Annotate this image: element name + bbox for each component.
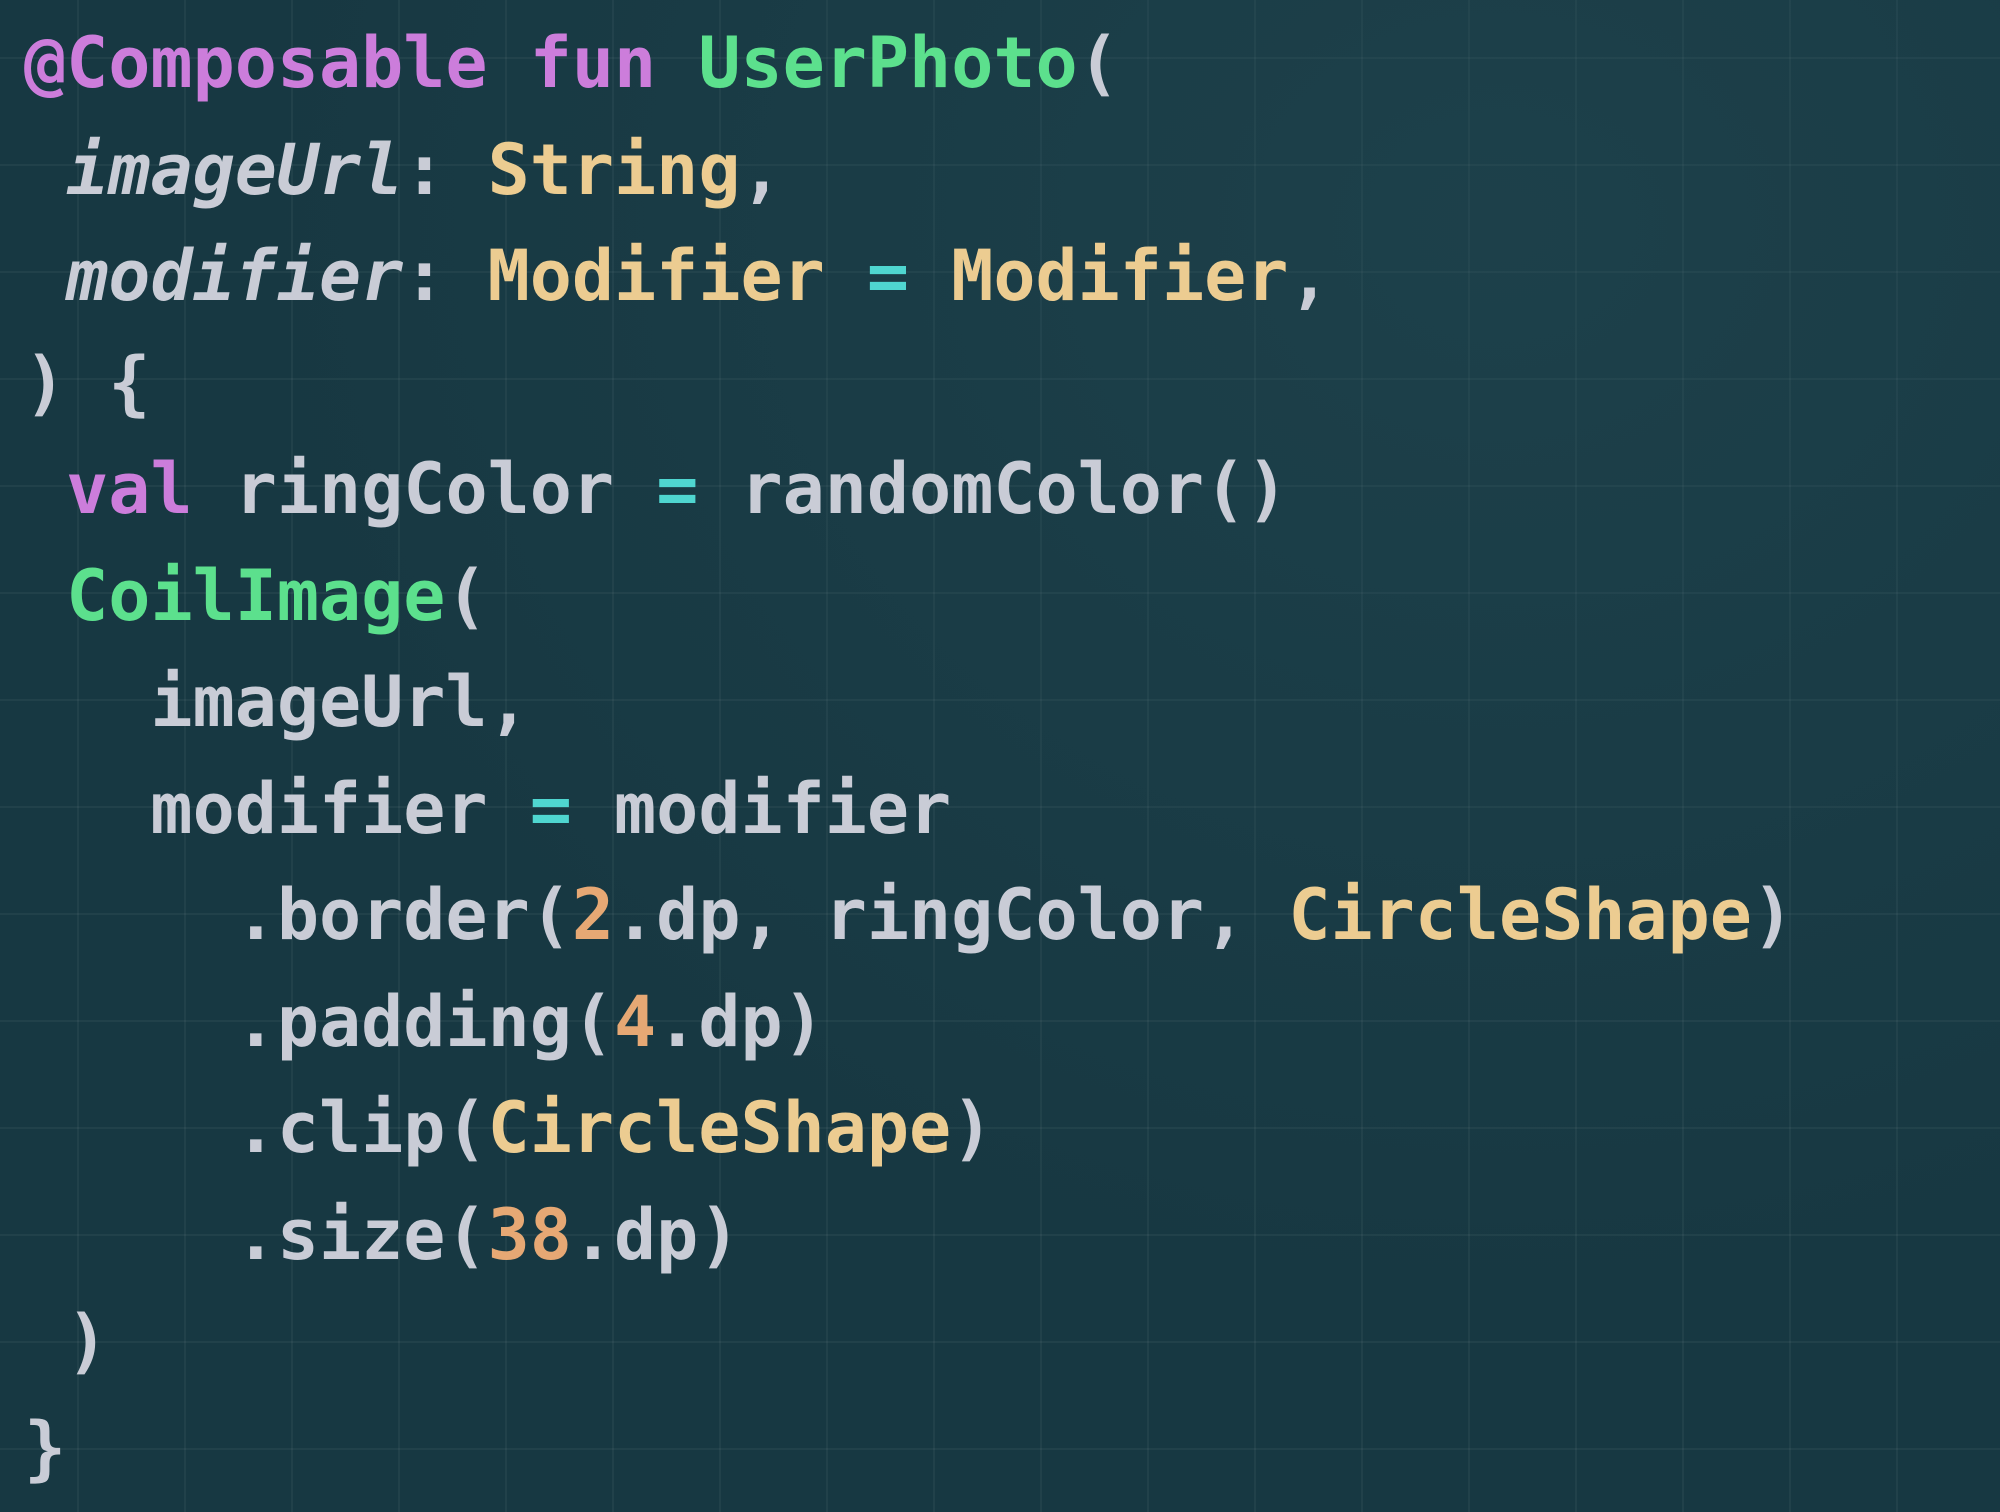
code-line-10: .padding(4.dp) [24,969,2000,1076]
number-token: 4 [614,980,657,1063]
plain-token: , [1288,235,1331,317]
operator-token: = [656,448,699,530]
function-name-token: CoilImage [66,554,446,637]
keyword-token: val [66,448,193,530]
plain-token: .clip( [24,1087,488,1169]
plain-token: ( [445,554,488,637]
plain-token: modifier [24,767,530,850]
plain-token: : [403,128,488,211]
plain-token: .size( [24,1193,488,1276]
plain-token: ) { [24,341,151,424]
plain-token: ) [1751,874,1795,956]
code-line-12: .size(38.dp) [24,1182,2000,1289]
plain-token: randomColor() [698,448,1289,530]
code-line-13: ) [24,1288,2000,1395]
plain-token: } [24,1406,67,1489]
code-line-1: @Composable fun UserPhoto( [24,10,2000,117]
plain-token: .border( [24,874,572,956]
function-name-token: UserPhoto [698,22,1078,104]
type-token: String [487,128,741,211]
code-line-3: modifier: Modifier = Modifier, [24,223,2000,330]
code-line-4: ) { [24,330,2000,437]
operator-token: = [866,235,910,317]
plain-token: : [403,235,488,317]
code-block: @Composable fun UserPhoto( imageUrl: Str… [24,10,2000,1501]
code-line-5: val ringColor = randomColor() [24,436,2000,543]
plain-token: ) [24,1300,109,1382]
type-token: CircleShape [487,1087,952,1169]
code-line-8: modifier = modifier [24,756,2000,863]
plain-token: ringColor [192,448,657,530]
code-line-11: .clip(CircleShape) [24,1075,2000,1182]
code-line-7: imageUrl, [24,649,2000,756]
keyword-token: fun [529,22,657,104]
parameter-token: modifier [66,235,404,317]
plain-token: .dp) [656,980,825,1063]
plain-token: , [740,128,783,211]
parameter-token: imageUrl [66,128,404,211]
plain-token: .dp, ringColor, [614,874,1289,956]
plain-token: modifier [571,767,952,850]
plain-token: .padding( [24,980,615,1063]
type-token: Modifier [487,235,825,317]
code-line-14: } [24,1395,2000,1502]
plain-token: ( [1077,22,1120,104]
plain-token: .dp) [571,1193,741,1276]
code-line-2: imageUrl: String, [24,117,2000,224]
type-token: Modifier [951,235,1289,317]
number-token: 38 [487,1193,572,1276]
type-token: CircleShape [1288,874,1752,956]
plain-token: imageUrl, [24,661,530,743]
number-token: 2 [571,874,615,956]
code-line-6: CoilImage( [24,543,2000,650]
operator-token: = [529,767,572,850]
keyword-token: @Composable [24,22,488,104]
code-line-9: .border(2.dp, ringColor, CircleShape) [24,862,2000,969]
plain-token: ) [951,1087,994,1169]
